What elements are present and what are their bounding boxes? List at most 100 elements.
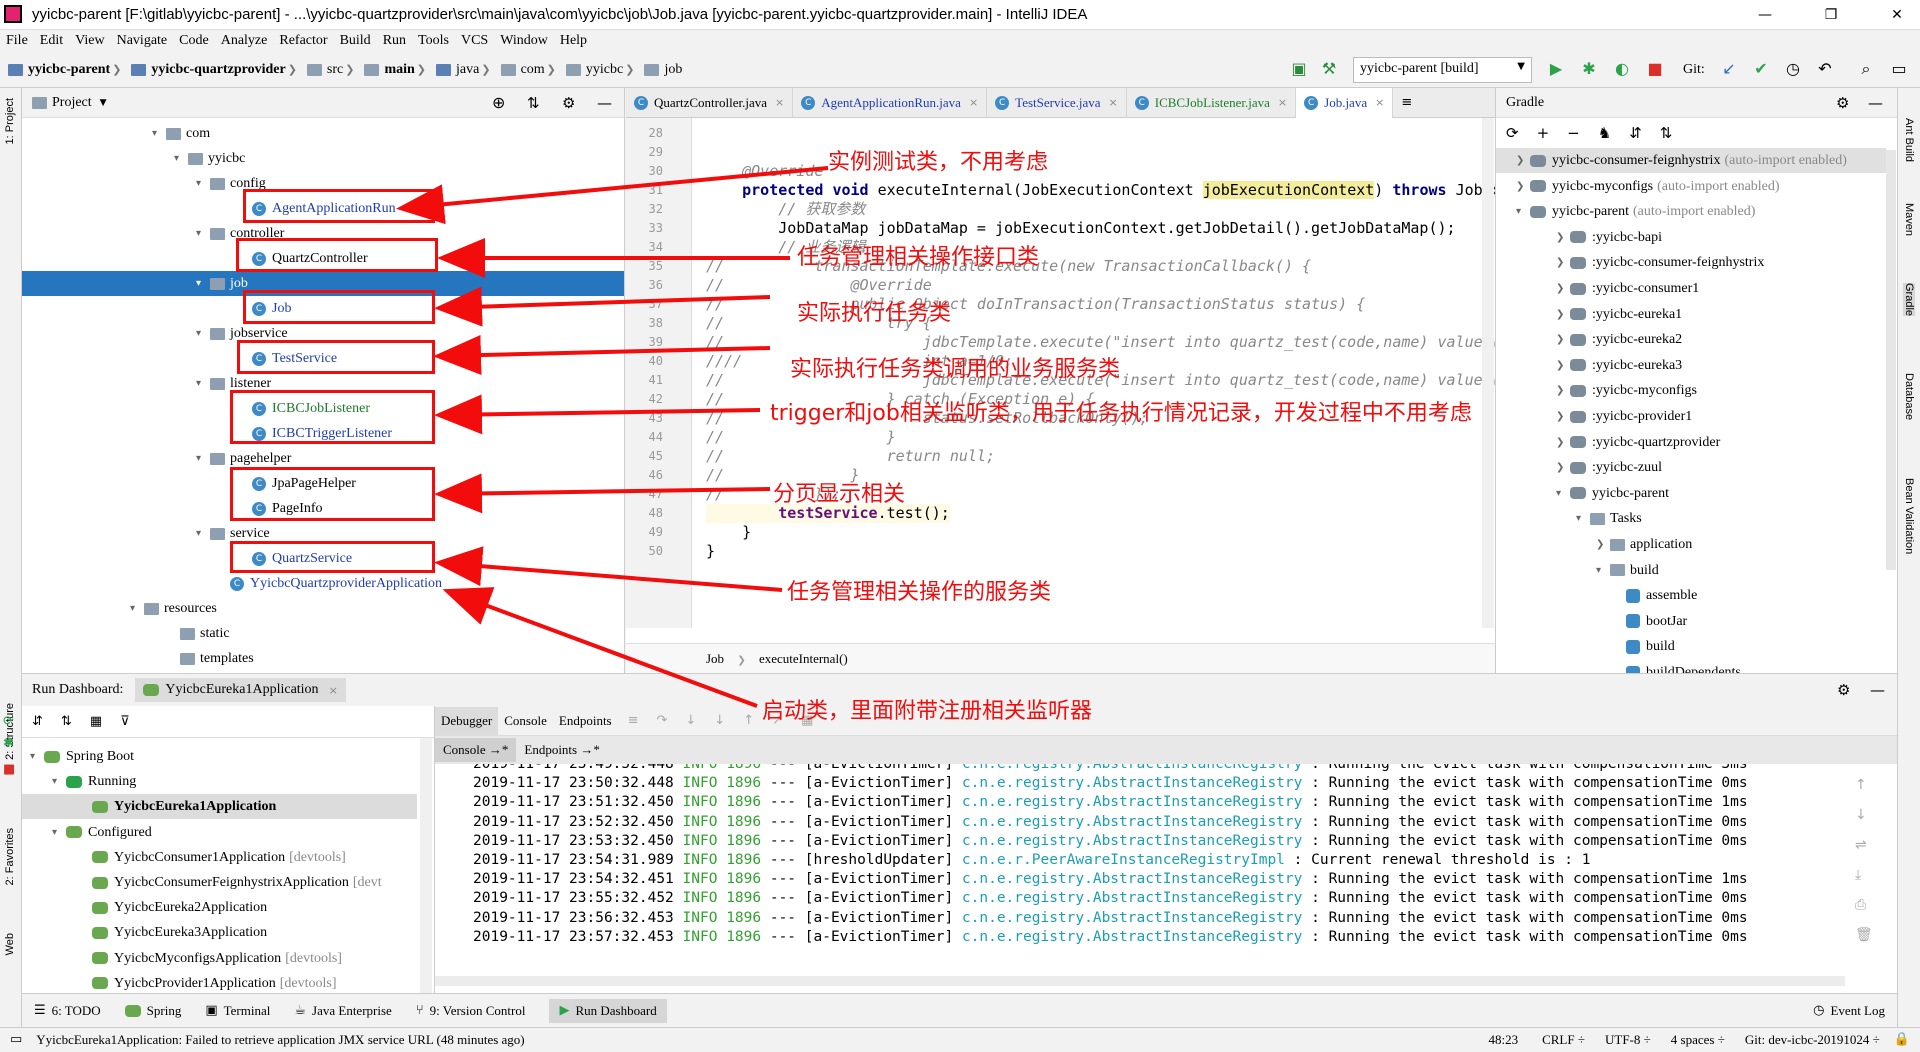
gear-icon[interactable]: ⚙ — [562, 94, 575, 112]
gradle-item[interactable]: ❯ yyicbc-myconfigs (auto-import enabled) — [1516, 174, 1780, 199]
history-icon[interactable]: ◷ — [1782, 58, 1804, 80]
run-tree-item[interactable]: YyicbcEureka1Application — [22, 794, 417, 820]
file-encoding[interactable]: UTF-8 ÷ — [1605, 1028, 1651, 1051]
lock-icon[interactable]: 🔒 — [1894, 1028, 1910, 1051]
run-tree-item[interactable]: YyicbcMyconfigsApplication [devtools] — [92, 946, 342, 971]
collapse-icon[interactable]: ⇅ — [527, 94, 540, 112]
menu-view[interactable]: View — [75, 33, 104, 49]
tab-agentapplicationrun[interactable]: C AgentApplicationRun.java × — [793, 88, 988, 118]
tab-overflow-icon[interactable]: ≡ — [1393, 88, 1420, 118]
tree-item-quartzproviderapplication[interactable]: C YyicbcQuartzproviderApplication — [230, 571, 442, 596]
chevron-down-icon[interactable]: ▼ — [100, 98, 107, 108]
run-dashboard-tool-button[interactable]: ▶ Run Dashboard — [549, 998, 667, 1023]
console-output[interactable]: 2019-11-17 23:49:52.448 INFO 1896 --- [a… — [435, 764, 1845, 964]
git-commit-icon[interactable]: ✔ — [1750, 58, 1772, 80]
database-tool-tab[interactable]: Database — [1903, 373, 1915, 420]
gradle-item[interactable]: build — [1626, 634, 1675, 659]
collapse-all-icon[interactable]: ⇅ — [1660, 124, 1673, 142]
tab-eureka1[interactable]: YyicbcEureka1Application × — [135, 678, 346, 702]
breadcrumb-module[interactable]: yyicbc-quartzprovider ❯ — [131, 62, 299, 78]
breadcrumb-com[interactable]: com ❯ — [500, 62, 558, 78]
menu-analyze[interactable]: Analyze — [221, 33, 268, 49]
hammer-icon[interactable]: ⚒ — [1318, 58, 1340, 80]
gradle-item[interactable]: assemble — [1626, 583, 1697, 608]
tree-item-job[interactable]: ▾ job — [22, 271, 624, 296]
tree-item-testservice[interactable]: C TestService — [252, 346, 337, 371]
menu-file[interactable]: File — [6, 33, 28, 49]
hide-icon[interactable]: — — [597, 94, 612, 112]
tab-console[interactable]: Console — [498, 707, 553, 735]
breadcrumb-java[interactable]: java ❯ — [436, 62, 493, 78]
menu-refactor[interactable]: Refactor — [279, 33, 327, 49]
tab-debugger[interactable]: Debugger — [435, 706, 499, 735]
tree-item-templates[interactable]: templates — [180, 646, 254, 671]
breadcrumb-project[interactable]: yyicbc-parent ❯ — [8, 62, 123, 78]
debug-icon[interactable]: ✱ — [1578, 58, 1600, 80]
build-project-icon[interactable]: ▣ — [1288, 58, 1310, 80]
menu-window[interactable]: Window — [500, 33, 548, 49]
rerun-icon[interactable]: ⟳ — [3, 714, 14, 729]
refresh-icon[interactable]: ⟳ — [1506, 124, 1519, 142]
menu-help[interactable]: Help — [560, 33, 587, 49]
collapse-icon[interactable]: ⇅ — [61, 714, 72, 729]
project-panel-title[interactable]: Project — [52, 95, 92, 111]
run-tree-item[interactable]: YyicbcEureka3Application — [92, 920, 267, 945]
filter-icon[interactable]: ⊽ — [120, 714, 130, 729]
close-icon[interactable]: × — [775, 88, 784, 118]
git-branch[interactable]: Git: dev-icbc-20191024 ÷ — [1745, 1028, 1880, 1051]
terminal-tool-button[interactable]: ▣ Terminal — [205, 1003, 270, 1019]
run-tree-item[interactable]: ▾ Configured — [52, 820, 152, 845]
breadcrumb-src[interactable]: src ❯ — [306, 62, 357, 78]
tree-item-jpapagehelper[interactable]: C JpaPageHelper — [252, 471, 356, 496]
hide-icon[interactable]: — — [1868, 94, 1883, 112]
tree-item-job-class[interactable]: C Job — [252, 296, 291, 321]
gradle-item[interactable]: ▾ yyicbc-parent — [1556, 481, 1669, 506]
gradle-item[interactable]: ❯:yyicbc-consumer-feignhystrix — [1556, 250, 1764, 275]
tree-item-config[interactable]: ▾ config — [196, 171, 266, 196]
tree-item-quartzcontroller[interactable]: C QuartzController — [252, 246, 368, 271]
tree-item-icbctriggerlistener[interactable]: C ICBCTriggerListener — [252, 421, 392, 446]
gear-icon[interactable]: ⚙ — [1836, 94, 1849, 112]
menu-vcs[interactable]: VCS — [461, 33, 488, 49]
stop-icon[interactable]: ■ — [3, 762, 15, 777]
tree-item-static[interactable]: static — [180, 621, 230, 646]
gradle-item[interactable]: ▾ yyicbc-parent (auto-import enabled) — [1516, 199, 1755, 224]
tab-endpoints[interactable]: Endpoints — [553, 707, 618, 735]
run-tree-item[interactable]: ▾ Spring Boot — [30, 744, 134, 769]
expand-icon[interactable]: ⇵ — [32, 714, 43, 729]
tab-icbcjoblistener[interactable]: C ICBCJobListener.java × — [1127, 88, 1297, 118]
run-tree-item[interactable]: ▾ Running — [52, 769, 136, 794]
status-message[interactable]: YyicbcEureka1Application: Failed to retr… — [36, 1028, 524, 1051]
gradle-scrollbar[interactable] — [1886, 150, 1896, 570]
gradle-item[interactable]: ❯:yyicbc-zuul — [1556, 455, 1662, 480]
run-config-select[interactable]: yyicbc-parent [build] ▼ — [1353, 57, 1532, 83]
maximize-button[interactable]: ❐ — [1808, 0, 1854, 30]
locate-icon[interactable]: ⊕ — [492, 93, 505, 112]
debug-icon[interactable]: ✱ — [3, 736, 14, 751]
menu-edit[interactable]: Edit — [40, 33, 63, 49]
run-icon[interactable]: ▶ — [1545, 58, 1567, 80]
gradle-item[interactable]: ❯:yyicbc-consumer1 — [1556, 276, 1699, 301]
tab-job[interactable]: C Job.java × — [1296, 88, 1394, 118]
maven-tool-tab[interactable]: Maven — [1903, 203, 1915, 236]
add-icon[interactable]: + — [1537, 124, 1550, 142]
tree-item-pagehelper[interactable]: ▾ pagehelper — [196, 446, 291, 471]
breadcrumb-yyicbc[interactable]: yyicbc ❯ — [565, 62, 637, 78]
project-tool-tab[interactable]: 1: Project — [4, 98, 16, 144]
version-control-tool-button[interactable]: ⑂ 9: Version Control — [416, 1003, 526, 1019]
remove-icon[interactable]: − — [1567, 124, 1580, 142]
menu-code[interactable]: Code — [179, 33, 209, 49]
close-icon[interactable]: × — [1278, 88, 1287, 118]
gradle-item[interactable]: ❯ application — [1596, 532, 1692, 557]
menu-run[interactable]: Run — [383, 33, 406, 49]
tree-item-listener[interactable]: ▾ listener — [196, 371, 271, 396]
tree-item-agentapplicationrun[interactable]: C AgentApplicationRun — [252, 196, 396, 221]
tree-item-resources[interactable]: ▾ resources — [130, 596, 217, 621]
stop-icon[interactable]: ■ — [1644, 58, 1666, 80]
gradle-item[interactable]: ❯:yyicbc-bapi — [1556, 225, 1662, 250]
cursor-position[interactable]: 48:23 — [1488, 1028, 1518, 1051]
tree-item-com[interactable]: ▾ com — [152, 121, 210, 146]
search-icon[interactable]: ⌕ — [1855, 58, 1877, 80]
breadcrumb-class[interactable]: Job — [706, 651, 724, 666]
tree-item-jobservice[interactable]: ▾ jobservice — [196, 321, 288, 346]
